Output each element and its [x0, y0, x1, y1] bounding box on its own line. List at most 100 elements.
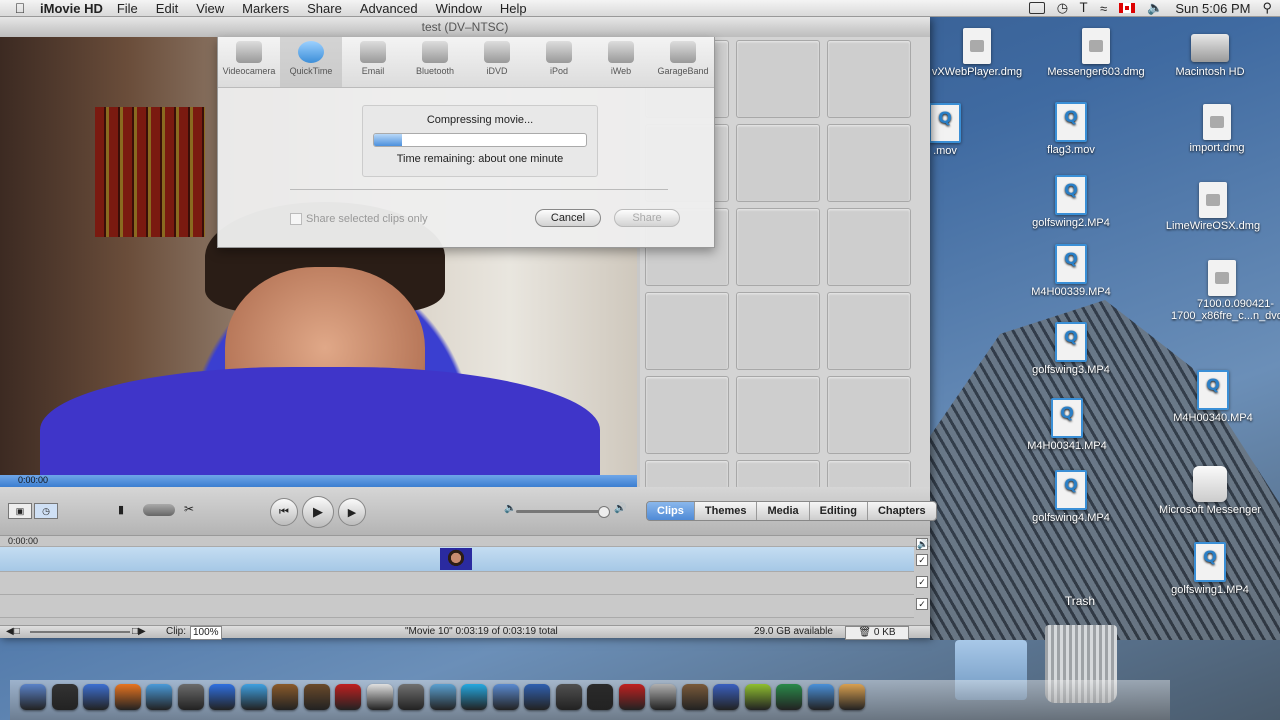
dock-app-icon[interactable]	[335, 684, 361, 710]
menu-markers[interactable]: Markers	[242, 1, 289, 16]
share-tab-iweb[interactable]: iWeb	[590, 37, 652, 87]
clip-slot[interactable]	[827, 376, 911, 454]
video-track[interactable]	[0, 547, 914, 572]
clip-slot[interactable]	[645, 292, 729, 370]
dock-app-icon[interactable]	[114, 684, 141, 710]
timeline-view-toggle[interactable]: ◷	[34, 503, 58, 519]
dock-app-icon[interactable]	[303, 684, 330, 710]
tab-media[interactable]: Media	[757, 502, 810, 520]
dock-app-icon[interactable]	[524, 684, 550, 710]
desktop-icon[interactable]: flag3.mov	[1016, 102, 1126, 156]
menu-edit[interactable]: Edit	[156, 1, 178, 16]
scrubber-bar[interactable]: 0:00:00	[0, 475, 637, 487]
desktop-icon[interactable]: import.dmg	[1162, 104, 1272, 154]
desktop-icon[interactable]: Macintosh HD	[1155, 28, 1265, 78]
input-flag-icon[interactable]	[1119, 3, 1136, 13]
menu-advanced[interactable]: Advanced	[360, 1, 418, 16]
share-selected-checkbox[interactable]	[290, 213, 302, 226]
dock-app-icon[interactable]	[366, 684, 393, 710]
desktop-icon[interactable]: LimeWireOSX.dmg	[1158, 182, 1268, 232]
clip-view-toggle[interactable]: ▣	[8, 503, 32, 519]
dock-app-icon[interactable]	[51, 684, 78, 710]
dock-app-icon[interactable]	[713, 684, 739, 710]
desktop-icon[interactable]: vXWebPlayer.dmg	[922, 28, 1032, 78]
zoom-slider[interactable]	[30, 631, 130, 633]
dock-app-icon[interactable]	[209, 684, 235, 710]
clip-slot[interactable]	[736, 40, 820, 118]
scissors-icon[interactable]: ✂	[184, 502, 194, 516]
dock-app-icon[interactable]	[146, 684, 172, 710]
desktop-icon[interactable]: golfswing4.MP4	[1016, 470, 1126, 524]
share-tab-videocamera[interactable]: Videocamera	[218, 37, 280, 87]
clip-slot[interactable]	[736, 460, 820, 489]
tab-editing[interactable]: Editing	[809, 502, 868, 520]
clip-slot[interactable]	[827, 208, 911, 286]
volume-slider[interactable]	[516, 506, 610, 518]
share-tab-quicktime[interactable]: QuickTime	[280, 37, 342, 87]
cancel-button[interactable]: Cancel	[535, 209, 601, 227]
share-tab-bluetooth[interactable]: Bluetooth	[404, 37, 466, 87]
clip-slot[interactable]	[827, 460, 911, 489]
wifi-icon[interactable]: ≈	[1100, 1, 1107, 16]
desktop-icon[interactable]: Messenger603.dmg	[1041, 28, 1151, 78]
dock-app-icon[interactable]	[555, 684, 582, 710]
clip-thumbnail[interactable]	[440, 548, 472, 570]
dock-app-icon[interactable]	[587, 684, 613, 710]
apple-menu-icon[interactable]: 	[0, 0, 40, 16]
menu-file[interactable]: File	[117, 1, 138, 16]
menu-clock[interactable]: Sun 5:06 PM	[1175, 1, 1250, 16]
timeline[interactable]: 0:00:00 🔊 ✓ ✓ ✓	[0, 535, 930, 626]
audio-track-1-checkbox[interactable]: ✓	[916, 576, 928, 588]
share-tab-ipod[interactable]: iPod	[528, 37, 590, 87]
share-button[interactable]: Share	[614, 209, 680, 227]
desktop-icon[interactable]: M4H00339.MP4	[1016, 244, 1126, 298]
desktop-icon[interactable]: Microsoft Messenger	[1150, 466, 1270, 516]
timeline-volume-icon[interactable]: 🔊	[916, 538, 928, 550]
spotlight-icon[interactable]: ⚲	[1262, 0, 1272, 16]
audio-track-1[interactable]	[0, 572, 914, 595]
clip-slot[interactable]	[827, 40, 911, 118]
clip-slot[interactable]	[736, 376, 820, 454]
clip-slot[interactable]	[645, 376, 729, 454]
dock-app-icon[interactable]	[240, 684, 267, 710]
camera-mode-icon[interactable]: ▮	[118, 503, 124, 516]
dock-app-icon[interactable]	[807, 684, 834, 710]
clip-slot[interactable]	[827, 292, 911, 370]
dock-app-icon[interactable]	[776, 684, 802, 710]
desktop-icon[interactable]: M4H00340.MP4	[1158, 370, 1268, 424]
play-fullscreen-button[interactable]: ▶	[338, 498, 366, 526]
dock-app-icon[interactable]	[618, 684, 645, 710]
share-tab-email[interactable]: Email	[342, 37, 404, 87]
dock-app-icon[interactable]	[744, 684, 771, 710]
desktop-icon[interactable]: 7100.0.090421-1700_x86fre_c...n_dvd.iso	[1168, 260, 1280, 322]
bluetooth-icon[interactable]: Ꭲ	[1080, 0, 1088, 16]
dock-app-icon[interactable]	[461, 684, 487, 710]
tab-clips[interactable]: Clips	[647, 502, 695, 520]
zoom-in-icon[interactable]: □▶	[132, 626, 146, 638]
audio-track-2-checkbox[interactable]: ✓	[916, 598, 928, 610]
dock-app-icon[interactable]	[272, 684, 298, 710]
desktop-icon[interactable]: golfswing3.MP4	[1016, 322, 1126, 376]
clip-slot[interactable]	[736, 208, 820, 286]
tab-themes[interactable]: Themes	[694, 502, 758, 520]
clip-slot[interactable]	[736, 292, 820, 370]
dock-app-icon[interactable]	[429, 684, 456, 710]
dock-app-icon[interactable]	[398, 684, 424, 710]
share-tab-garageband[interactable]: GarageBand	[652, 37, 714, 87]
dock-app-icon[interactable]	[650, 684, 676, 710]
play-button[interactable]: ▶	[302, 496, 334, 528]
menu-share[interactable]: Share	[307, 1, 342, 16]
trash-size-indicator[interactable]: 🗑 0 KB	[845, 626, 909, 640]
camera-status-icon[interactable]	[1028, 2, 1045, 14]
menu-view[interactable]: View	[196, 1, 224, 16]
dock-app-icon[interactable]	[681, 684, 708, 710]
share-selected-clips-option[interactable]: Share selected clips only	[290, 213, 428, 226]
mode-switch[interactable]	[143, 504, 175, 516]
audio-track-2[interactable]	[0, 595, 914, 618]
dock-app-icon[interactable]	[177, 684, 204, 710]
video-track-checkbox[interactable]: ✓	[916, 554, 928, 566]
desktop-icon[interactable]: golfswing2.MP4	[1016, 175, 1126, 229]
clip-slot[interactable]	[645, 460, 729, 489]
clip-zoom-value[interactable]: 100%	[190, 626, 222, 640]
desktop-icon[interactable]: M4H00341.MP4	[1012, 398, 1122, 452]
